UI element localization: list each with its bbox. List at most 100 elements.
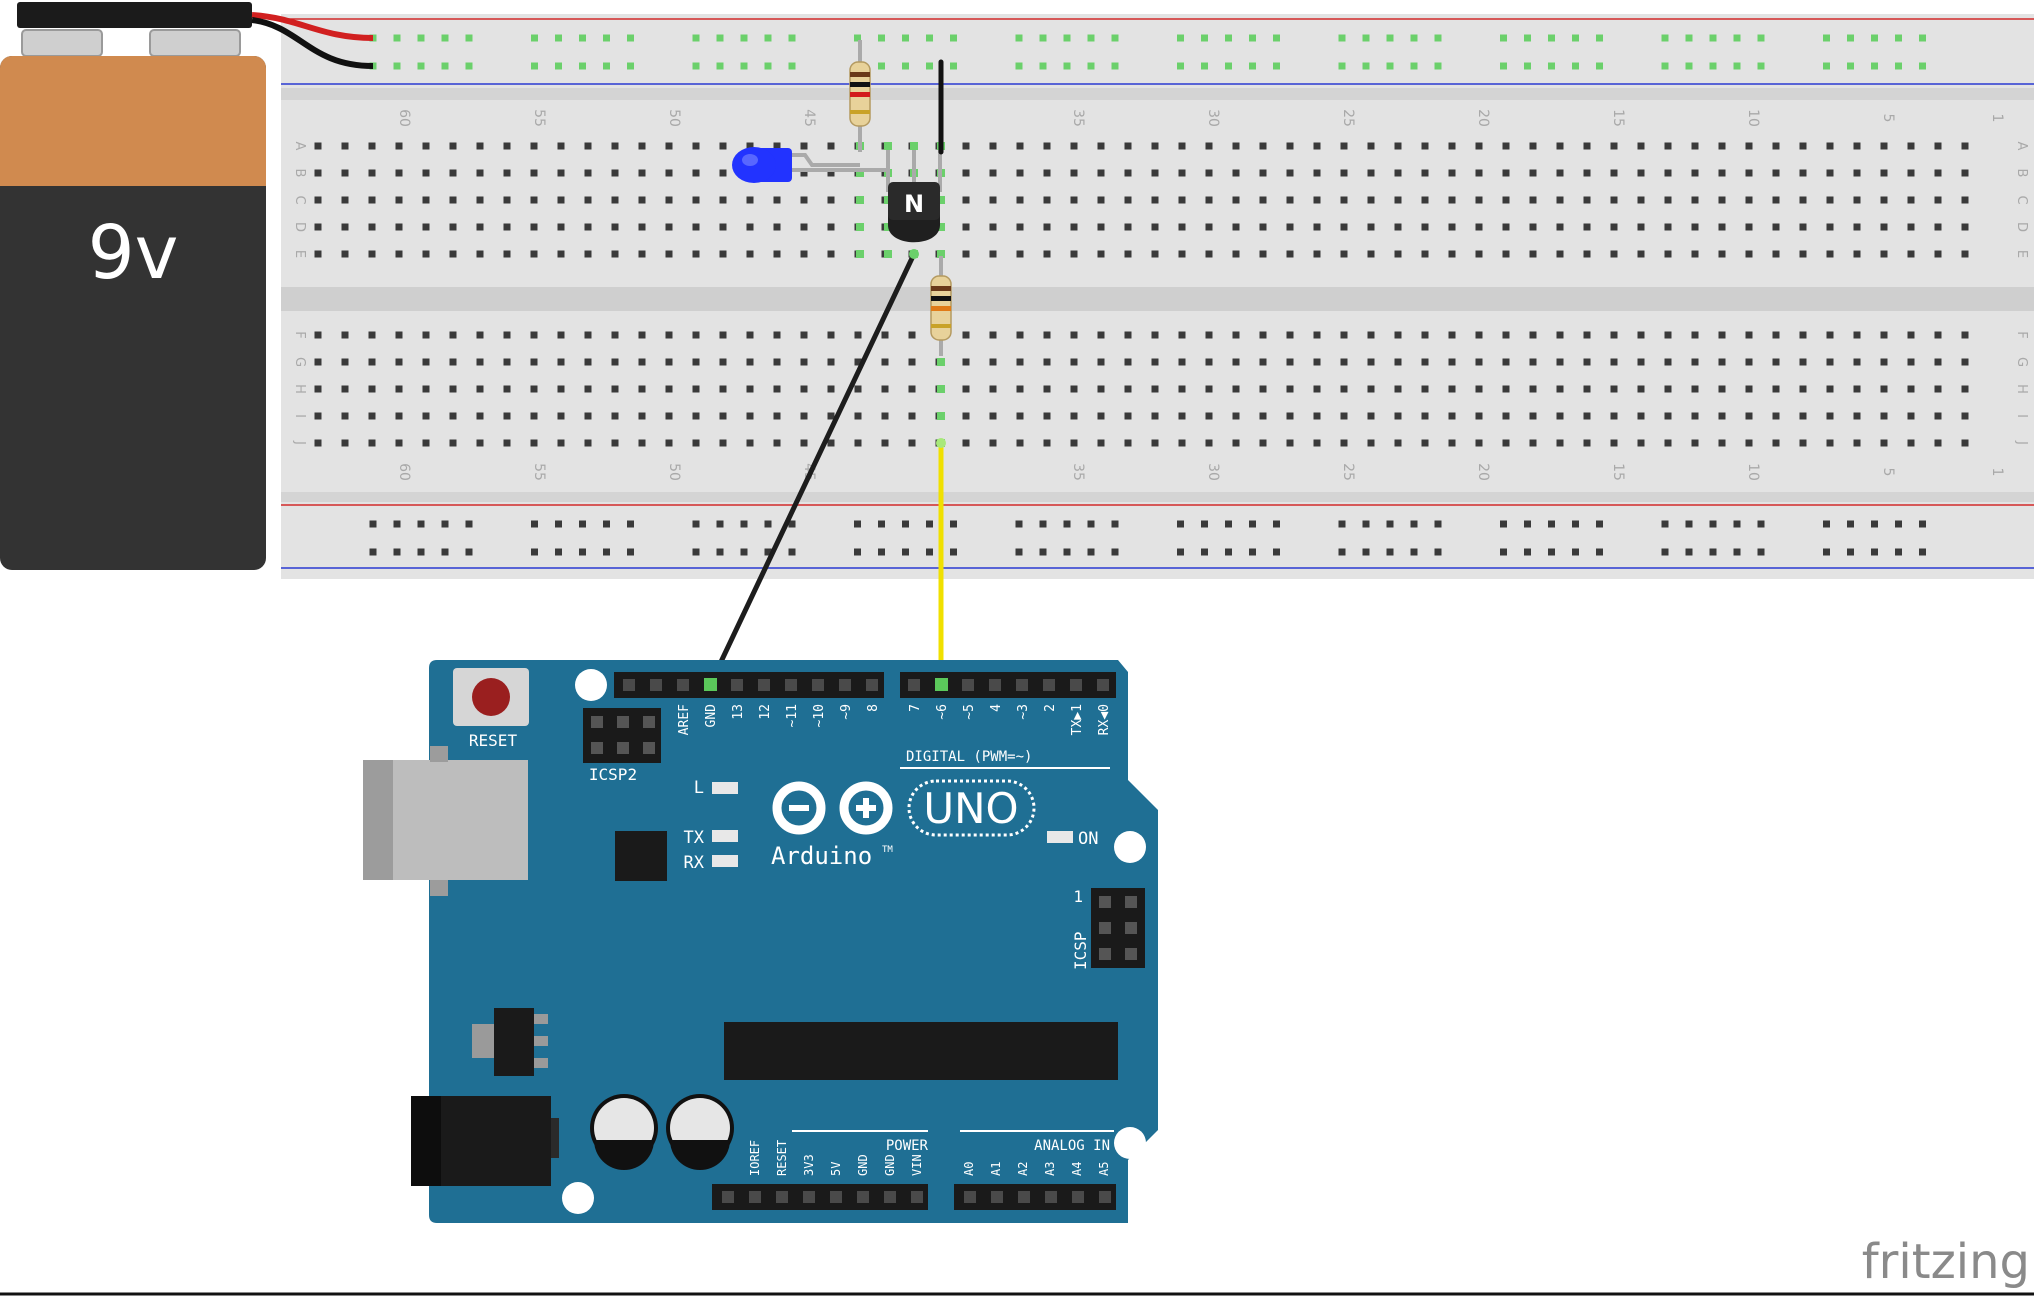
rail-hole[interactable] [902, 34, 909, 42]
breadboard-hole[interactable] [1772, 250, 1780, 258]
connected-hole[interactable] [910, 142, 918, 150]
rail-hole[interactable] [1847, 548, 1854, 556]
breadboard-hole[interactable] [1934, 385, 1942, 393]
rail-hole[interactable] [1338, 34, 1346, 42]
breadboard-hole[interactable] [1529, 385, 1537, 393]
breadboard-hole[interactable] [1961, 142, 1969, 150]
breadboard-hole[interactable] [1151, 412, 1159, 420]
breadboard-hole[interactable] [1178, 250, 1186, 258]
breadboard-hole[interactable] [1070, 331, 1078, 339]
icsp-header[interactable] [1091, 888, 1145, 968]
header-pin[interactable] [1097, 679, 1109, 691]
rail-hole[interactable] [1225, 62, 1232, 70]
breadboard-hole[interactable] [1691, 142, 1699, 150]
breadboard-hole[interactable] [1880, 142, 1888, 150]
breadboard-hole[interactable] [1286, 331, 1294, 339]
rail-hole[interactable] [579, 34, 586, 42]
breadboard-hole[interactable] [692, 223, 700, 231]
breadboard-hole[interactable] [1934, 331, 1942, 339]
breadboard-hole[interactable] [1016, 250, 1024, 258]
rail-hole[interactable] [465, 548, 473, 556]
rail-hole[interactable] [764, 520, 772, 528]
breadboard-hole[interactable] [1340, 358, 1348, 366]
breadboard-hole[interactable] [1043, 331, 1051, 339]
breadboard-hole[interactable] [1907, 439, 1915, 447]
rail-hole[interactable] [1434, 34, 1442, 42]
breadboard-hole[interactable] [530, 169, 538, 177]
breadboard-hole[interactable] [1259, 439, 1267, 447]
breadboard-hole[interactable] [1421, 358, 1429, 366]
breadboard-hole[interactable] [1880, 331, 1888, 339]
breadboard-hole[interactable] [1826, 169, 1834, 177]
breadboard-hole[interactable] [1421, 385, 1429, 393]
rail-hole[interactable] [1039, 62, 1047, 70]
breadboard-hole[interactable] [1286, 358, 1294, 366]
breadboard-hole[interactable] [1421, 412, 1429, 420]
header-pin[interactable] [989, 679, 1001, 691]
breadboard-hole[interactable] [1286, 223, 1294, 231]
breadboard-hole[interactable] [1448, 331, 1456, 339]
breadboard-hole[interactable] [962, 169, 970, 177]
breadboard-hole[interactable] [422, 142, 430, 150]
breadboard-hole[interactable] [1691, 358, 1699, 366]
rail-hole[interactable] [950, 62, 957, 70]
rail-hole[interactable] [1895, 520, 1902, 528]
breadboard-hole[interactable] [1502, 385, 1510, 393]
breadboard-hole[interactable] [1394, 439, 1402, 447]
breadboard-hole[interactable] [314, 358, 322, 366]
breadboard-hole[interactable] [557, 439, 565, 447]
rail-hole[interactable] [854, 520, 861, 528]
breadboard-hole[interactable] [827, 196, 835, 204]
rail-hole[interactable] [1111, 34, 1119, 42]
header-pin[interactable] [866, 679, 878, 691]
rail-hole[interactable] [1273, 520, 1280, 528]
breadboard-hole[interactable] [395, 385, 403, 393]
rail-hole[interactable] [1386, 34, 1394, 42]
power-jack[interactable] [411, 1096, 559, 1186]
breadboard-hole[interactable] [1205, 223, 1213, 231]
breadboard-hole[interactable] [1448, 250, 1456, 258]
breadboard-hole[interactable] [1502, 331, 1510, 339]
breadboard-hole[interactable] [584, 412, 592, 420]
breadboard-hole[interactable] [1151, 358, 1159, 366]
breadboard-hole[interactable] [800, 412, 808, 420]
breadboard-hole[interactable] [1934, 412, 1942, 420]
breadboard-hole[interactable] [1205, 169, 1213, 177]
breadboard-hole[interactable] [1610, 196, 1618, 204]
rail-hole[interactable] [1015, 548, 1023, 556]
rail-hole[interactable] [1757, 548, 1765, 556]
breadboard-hole[interactable] [1799, 223, 1807, 231]
rail-hole[interactable] [926, 520, 933, 528]
breadboard-hole[interactable] [341, 142, 349, 150]
breadboard-hole[interactable] [1340, 250, 1348, 258]
breadboard-hole[interactable] [1907, 196, 1915, 204]
header-pin[interactable] [623, 679, 635, 691]
breadboard-hole[interactable] [314, 169, 322, 177]
breadboard-hole[interactable] [1151, 142, 1159, 150]
connected-hole[interactable] [937, 412, 945, 420]
breadboard-hole[interactable] [1475, 412, 1483, 420]
breadboard-hole[interactable] [665, 250, 673, 258]
header-pin[interactable] [785, 679, 797, 691]
rail-hole[interactable] [1709, 34, 1717, 42]
rail-hole[interactable] [1757, 520, 1765, 528]
breadboard-hole[interactable] [1232, 250, 1240, 258]
breadboard-hole[interactable] [449, 412, 457, 420]
breadboard-hole[interactable] [1691, 331, 1699, 339]
breadboard-hole[interactable] [1232, 439, 1240, 447]
breadboard-hole[interactable] [1745, 412, 1753, 420]
breadboard-hole[interactable] [1691, 250, 1699, 258]
breadboard-hole[interactable] [638, 331, 646, 339]
rail-hole[interactable] [531, 62, 538, 70]
rail-hole[interactable] [393, 62, 401, 70]
rail-hole[interactable] [1386, 62, 1394, 70]
breadboard-hole[interactable] [584, 142, 592, 150]
breadboard-hole[interactable] [341, 439, 349, 447]
breadboard-hole[interactable] [638, 196, 646, 204]
header-pin[interactable] [839, 679, 851, 691]
breadboard-hole[interactable] [1286, 439, 1294, 447]
breadboard-hole[interactable] [1394, 331, 1402, 339]
breadboard-hole[interactable] [719, 250, 727, 258]
breadboard-hole[interactable] [476, 331, 484, 339]
breadboard-hole[interactable] [1799, 169, 1807, 177]
